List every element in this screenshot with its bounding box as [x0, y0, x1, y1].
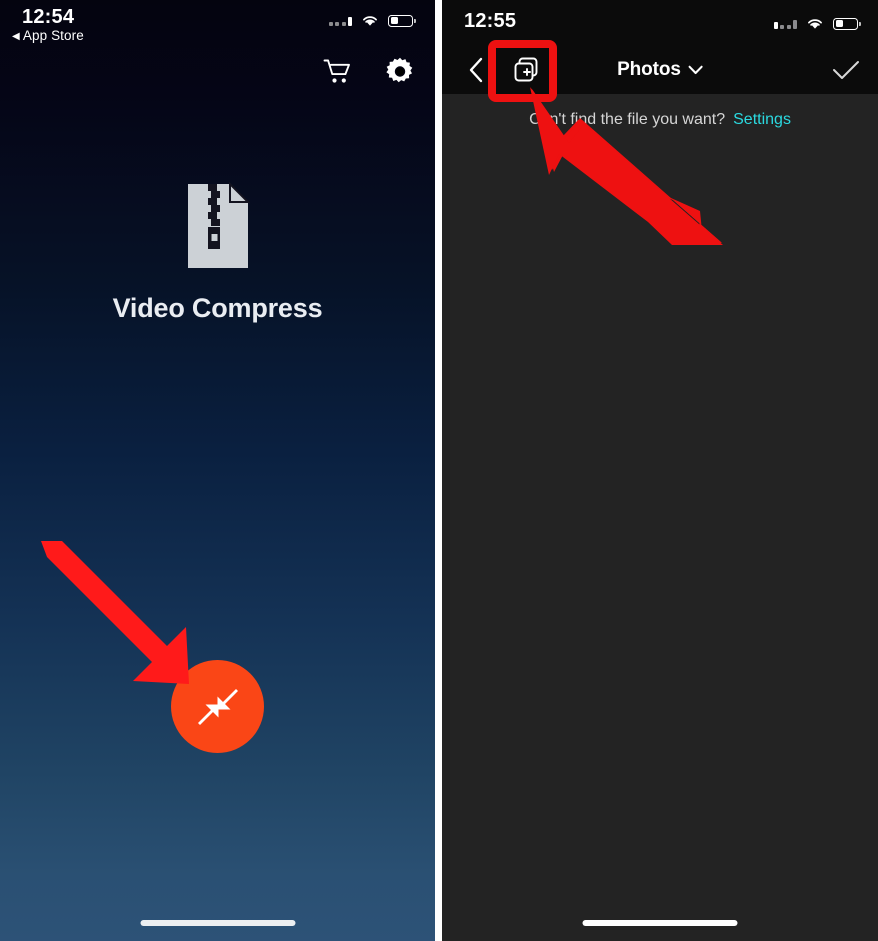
- settings-link[interactable]: Settings: [733, 111, 791, 129]
- right-status-bar: 12:55: [442, 0, 878, 46]
- home-indicator: [140, 920, 295, 926]
- left-phone-screen: 12:54 ◀ App Store Video Compress: [0, 0, 435, 941]
- back-button[interactable]: [460, 54, 492, 86]
- photos-nav-bar: Photos: [442, 46, 878, 94]
- add-multiple-icon: [514, 57, 538, 82]
- cellular-signal-icon: [773, 18, 797, 29]
- checkmark-icon: [833, 61, 859, 79]
- status-bar-indicators: [773, 17, 861, 30]
- app-title: Video Compress: [112, 293, 323, 323]
- add-multiple-button[interactable]: [510, 53, 544, 87]
- screen-divider: [435, 0, 442, 941]
- album-selector-button[interactable]: Photos: [617, 53, 703, 87]
- gear-icon[interactable]: [383, 55, 417, 89]
- file-not-found-hint: Can't find the file you want? Settings: [442, 94, 878, 146]
- chevron-left-icon: [469, 57, 483, 83]
- wifi-icon: [363, 16, 377, 26]
- app-branding-block: Video Compress: [0, 182, 435, 324]
- back-triangle-icon: ◀: [12, 31, 20, 42]
- chevron-down-icon: [688, 65, 703, 75]
- confirm-button[interactable]: [830, 54, 862, 86]
- wifi-icon: [808, 19, 822, 29]
- dual-screenshot-container: 12:54 ◀ App Store Video Compress 12:55 P…: [0, 0, 878, 941]
- right-phone-screen: 12:55 Photos Can't find the file you wan…: [442, 0, 878, 941]
- status-bar-time: 12:55: [464, 10, 517, 32]
- battery-icon: [388, 14, 416, 27]
- battery-icon: [833, 17, 861, 30]
- cellular-signal-icon: [328, 15, 352, 26]
- shopping-cart-icon[interactable]: [321, 55, 355, 89]
- home-indicator: [582, 920, 738, 926]
- status-bar-indicators: [328, 14, 416, 27]
- left-toolbar: [321, 55, 417, 89]
- zip-file-icon: [187, 182, 250, 268]
- left-status-bar: 12:54 ◀ App Store: [0, 0, 435, 46]
- status-bar-back-to-app-store[interactable]: ◀ App Store: [12, 28, 84, 43]
- compress-arrows-icon: [197, 688, 238, 725]
- hint-text: Can't find the file you want?: [529, 111, 726, 128]
- compress-fab-button[interactable]: [171, 660, 264, 753]
- status-bar-time: 12:54: [22, 6, 75, 28]
- nav-title-label: Photos: [617, 59, 681, 80]
- status-bar-back-label: App Store: [22, 28, 84, 43]
